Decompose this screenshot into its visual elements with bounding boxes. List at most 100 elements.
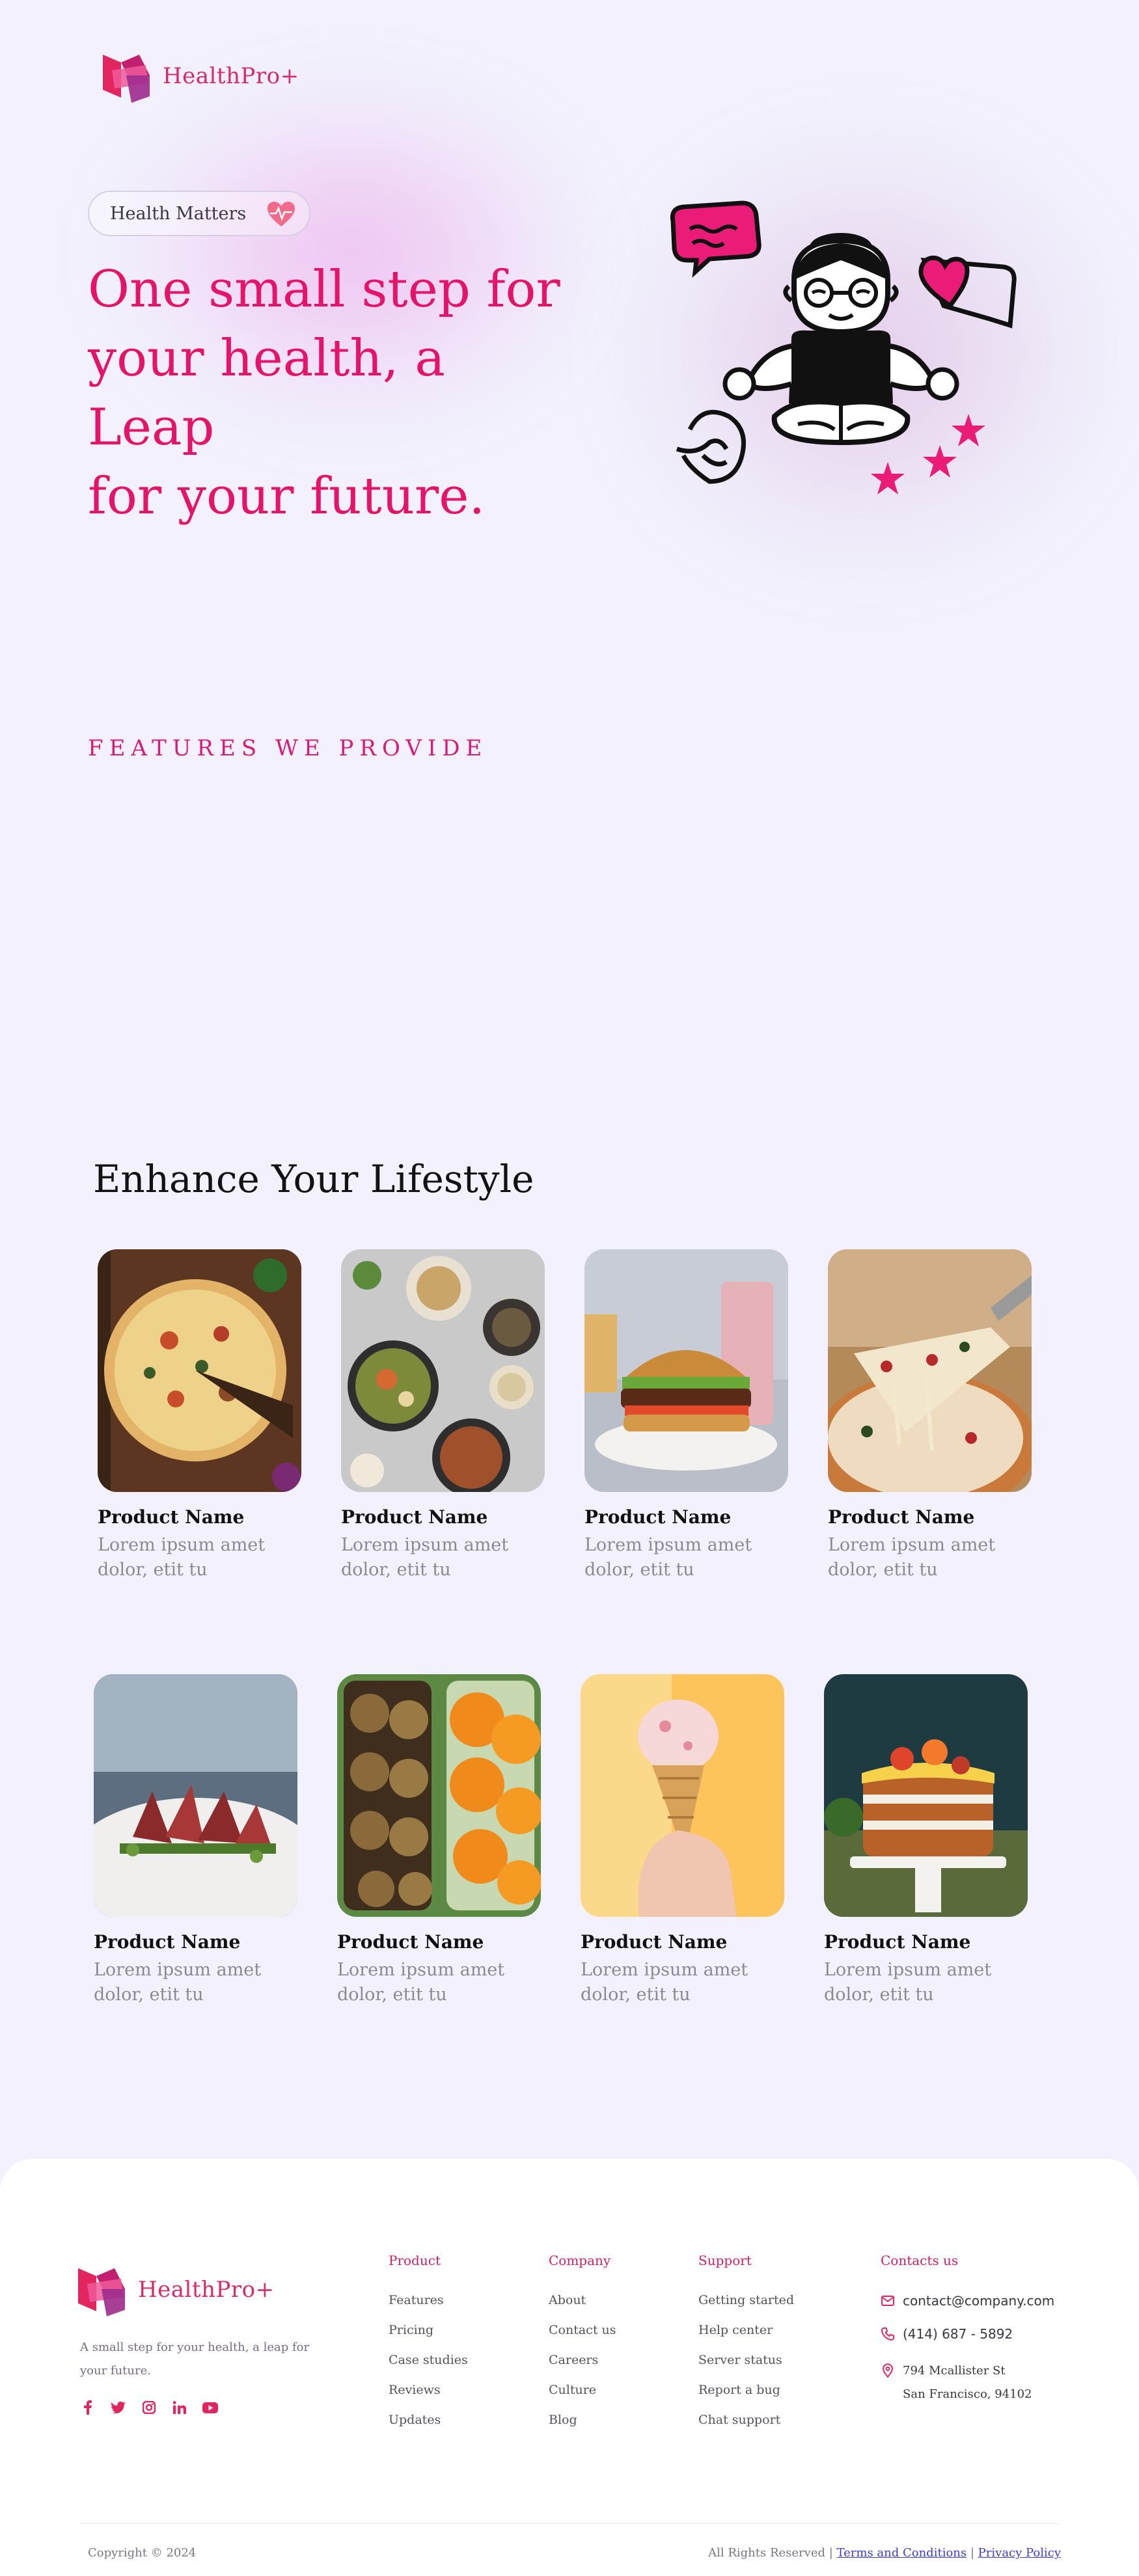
footer-logo[interactable]: HealthPro+ [78,2263,275,2316]
footer-link[interactable]: Case studies [389,2353,468,2383]
terms-link[interactable]: Terms and Conditions [837,2546,967,2560]
footer-divider [80,2523,1059,2524]
contact-address: 794 Mcallister St San Francisco, 94102 [881,2359,1054,2401]
product-card[interactable]: Product Name Lorem ipsum amet dolor, eti… [337,1674,542,2007]
footer-brand-name: HealthPro+ [138,2277,275,2303]
rights-text: All Rights Reserved | [708,2546,833,2560]
location-pin-icon [882,2363,894,2378]
product-name: Product Name [584,1506,732,1528]
footer-link[interactable]: Getting started [698,2293,794,2323]
facebook-icon[interactable] [80,2400,96,2415]
footer-column-support: Support Getting started Help center Serv… [698,2253,794,2443]
section-title: Enhance Your Lifestyle [93,1157,534,1201]
linkedin-icon[interactable] [172,2400,187,2415]
product-name: Product Name [337,1931,484,1953]
phone-icon [881,2327,894,2341]
hand-bubble-icon [676,409,746,484]
product-card[interactable]: Product Name Lorem ipsum amet dolor, eti… [341,1249,546,1582]
social-links [80,2400,218,2415]
seared-steak-image [94,1674,297,1917]
logo-mark-icon [78,2263,125,2316]
privacy-link[interactable]: Privacy Policy [978,2546,1061,2560]
footer-column-company: Company About Contact us Careers Culture… [549,2253,616,2443]
mail-icon [881,2296,894,2306]
heart-bubble-icon [918,255,1017,329]
product-desc: Lorem ipsum amet dolor, etit tu [828,1535,996,1580]
product-name: Product Name [828,1506,975,1528]
copyright-text: Copyright © 2024 [88,2546,197,2560]
youtube-icon[interactable] [202,2400,218,2415]
footer-link[interactable]: Server status [698,2353,794,2383]
product-card[interactable]: Product Name Lorem ipsum amet dolor, eti… [824,1674,1029,2007]
product-card[interactable]: Product Name Lorem ipsum amet dolor, eti… [584,1249,789,1582]
footer-link[interactable]: Help center [698,2323,794,2353]
product-desc: Lorem ipsum amet dolor, etit tu [581,1960,748,2005]
layer-cake-image [824,1674,1028,1917]
contact-email-text: contact@company.com [903,2293,1055,2309]
legal-separator: | [970,2546,974,2560]
features-label: FEATURES WE PROVIDE [88,735,488,761]
heart-icon [268,202,295,226]
hero-title-line-1: One small step for [88,260,560,319]
footer-column-product: Product Features Pricing Case studies Re… [389,2253,468,2443]
footer-link[interactable]: Blog [549,2413,616,2443]
footer-link[interactable]: Features [389,2293,468,2323]
contact-phone-text: (414) 687 - 5892 [903,2326,1013,2342]
thai-dishes-image [341,1249,545,1492]
product-desc: Lorem ipsum amet dolor, etit tu [824,1960,992,2005]
product-desc: Lorem ipsum amet dolor, etit tu [584,1535,752,1580]
footer-link[interactable]: Culture [549,2383,616,2413]
contact-phone[interactable]: (414) 687 - 5892 [881,2326,1054,2359]
brand-name: HealthPro+ [163,63,299,89]
logo-mark-icon [103,49,150,103]
footer-link[interactable]: Contact us [549,2323,616,2353]
burger-image [584,1249,788,1492]
ice-cream-cone-image [581,1674,784,1917]
chat-bubble-icon [670,200,762,278]
product-name: Product Name [341,1506,488,1528]
product-card[interactable]: Product Name Lorem ipsum amet dolor, eti… [94,1674,299,2007]
twitter-icon[interactable] [111,2400,126,2415]
footer: HealthPro+ A small step for your health,… [0,2159,1139,2576]
footer-tagline: A small step for your health, a leap for… [80,2340,310,2378]
footer-column-title: Support [698,2253,752,2268]
address-line-1: 794 Mcallister St [903,2364,1006,2378]
footer-link[interactable]: Pricing [389,2323,468,2353]
product-card[interactable]: Product Name Lorem ipsum amet dolor, eti… [98,1249,303,1582]
header-logo[interactable]: HealthPro+ [103,49,299,103]
badge-label: Health Matters [110,203,247,224]
product-card[interactable]: Product Name Lorem ipsum amet dolor, eti… [828,1249,1033,1582]
footer-link[interactable]: Updates [389,2413,468,2443]
instagram-icon[interactable] [141,2400,157,2415]
product-name: Product Name [581,1931,728,1953]
footer-link[interactable]: Reviews [389,2383,468,2413]
footer-column-title: Product [389,2253,441,2268]
oranges-kiwis-image [337,1674,541,1917]
footer-column-title: Contacts us [881,2253,959,2268]
product-desc: Lorem ipsum amet dolor, etit tu [337,1960,505,2005]
product-desc: Lorem ipsum amet dolor, etit tu [98,1535,266,1580]
hero-title: One small step for your health, a Leap f… [88,255,583,531]
meditation-illustration [670,200,1017,495]
health-matters-badge[interactable]: Health Matters [88,191,310,236]
footer-link[interactable]: Chat support [698,2413,794,2443]
hero-title-line-3: for your future. [88,467,486,526]
product-desc: Lorem ipsum amet dolor, etit tu [341,1535,509,1580]
footer-column-title: Company [549,2253,611,2268]
footer-link[interactable]: Report a bug [698,2383,794,2413]
product-name: Product Name [824,1931,971,1953]
pizza-image [98,1249,301,1492]
product-desc: Lorem ipsum amet dolor, etit tu [94,1960,262,2005]
footer-link[interactable]: Careers [549,2353,616,2383]
legal-links: All Rights Reserved | Terms and Conditio… [708,2546,1061,2560]
landing-page: HealthPro+ Health Matters One small step… [0,0,1139,2576]
contact-email[interactable]: contact@company.com [881,2293,1054,2326]
cheese-pizza-slice-image [828,1249,1032,1492]
address-line-2: San Francisco, 94102 [903,2387,1032,2401]
footer-link[interactable]: About [549,2293,616,2323]
footer-column-contact: Contacts us contact@company.com (414) 68… [881,2253,1054,2401]
hero-title-line-2: your health, a Leap [88,329,445,457]
contact-address-text: 794 Mcallister St San Francisco, 94102 [903,2359,1032,2406]
product-card[interactable]: Product Name Lorem ipsum amet dolor, eti… [581,1674,786,2007]
product-name: Product Name [94,1931,241,1953]
